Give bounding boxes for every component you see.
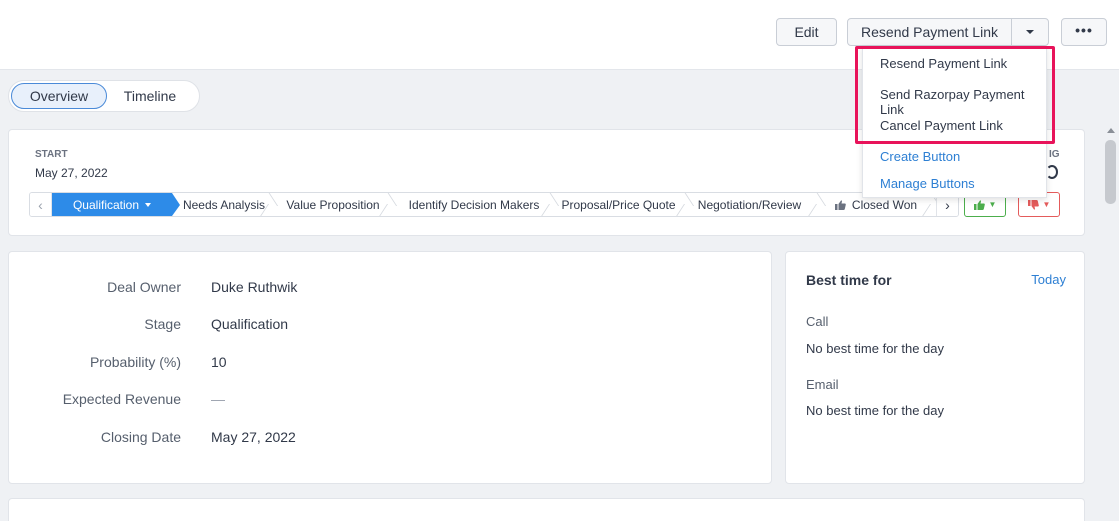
refresh-icon <box>1046 165 1058 179</box>
stage-identify-decision-makers[interactable]: Identify Decision Makers <box>399 193 549 216</box>
highlight-box <box>855 46 1055 144</box>
stage-label: Identify Decision Makers <box>408 197 540 212</box>
field-label-closing-date: Closing Date <box>100 429 181 445</box>
field-value-closing-date[interactable]: May 27, 2022 <box>211 429 296 445</box>
stage-pipeline: ‹ Qualification Needs Analysis Value Pro… <box>29 192 959 217</box>
stage-value-proposition[interactable]: Value Proposition <box>280 193 386 216</box>
email-label: Email <box>806 377 839 392</box>
field-label-expected-revenue: Expected Revenue <box>62 391 181 407</box>
next-section-card <box>8 498 1085 521</box>
closing-label-fragment: IG <box>1049 149 1060 160</box>
call-best-time: No best time for the day <box>806 341 945 356</box>
stage-label: Value Proposition <box>286 197 380 212</box>
stage-separator <box>816 193 824 216</box>
thumbs-down-icon <box>1027 199 1039 210</box>
email-best-time: No best time for the day <box>806 403 945 418</box>
deal-details-card: Deal Owner Duke Ruthwik Stage Qualificat… <box>8 251 772 484</box>
stage-label: Proposal/Price Quote <box>561 197 676 212</box>
edit-button-label: Edit <box>794 24 819 40</box>
resend-payment-link-label: Resend Payment Link <box>848 19 1012 45</box>
stage-proposal-price-quote[interactable]: Proposal/Price Quote <box>559 193 678 216</box>
menu-item-manage-buttons[interactable]: Manage Buttons <box>880 176 975 191</box>
stage-needs-analysis[interactable]: Needs Analysis <box>180 193 268 216</box>
stage-separator <box>684 193 692 216</box>
chevron-down-icon <box>1026 30 1034 34</box>
stage-label: Qualification <box>72 197 140 212</box>
tab-overview[interactable]: Overview <box>11 83 107 109</box>
scroll-up-icon[interactable] <box>1107 128 1115 133</box>
resend-payment-link-button[interactable]: Resend Payment Link <box>847 18 1049 46</box>
field-value-expected-revenue[interactable]: — <box>211 391 225 407</box>
best-time-title: Best time for <box>806 272 892 288</box>
caret-down-icon: ▼ <box>1042 200 1051 209</box>
stage-label: Closed Won <box>851 197 918 212</box>
best-time-card: Best time for Today Call No best time fo… <box>785 251 1085 484</box>
field-label-stage: Stage <box>144 316 181 332</box>
start-label: START <box>35 149 68 160</box>
stage-qualification[interactable]: Qualification <box>52 193 180 216</box>
chevron-left-icon[interactable]: ‹ <box>30 193 52 216</box>
stage-separator <box>549 193 557 216</box>
menu-item-create-button[interactable]: Create Button <box>880 149 960 164</box>
caret-down-icon: ▼ <box>988 200 997 209</box>
today-link[interactable]: Today <box>1031 272 1066 287</box>
tab-timeline[interactable]: Timeline <box>109 83 191 109</box>
stage-label: Negotiation/Review <box>697 197 802 212</box>
field-label-deal-owner: Deal Owner <box>107 279 181 295</box>
field-value-deal-owner[interactable]: Duke Ruthwik <box>211 279 297 295</box>
call-label: Call <box>806 314 829 329</box>
thumbs-up-icon <box>834 199 846 210</box>
stage-label: Needs Analysis <box>182 197 266 212</box>
caret-down-icon <box>145 202 152 207</box>
view-tabs: Overview Timeline <box>8 80 200 112</box>
more-actions-button[interactable]: ••• <box>1061 18 1107 46</box>
stage-separator <box>387 193 395 216</box>
stage-separator <box>268 193 276 216</box>
field-value-probability[interactable]: 10 <box>211 354 227 370</box>
stage-negotiation-review[interactable]: Negotiation/Review <box>694 193 805 216</box>
thumbs-up-icon <box>973 199 985 210</box>
resend-dropdown-toggle[interactable] <box>1012 19 1048 45</box>
vertical-scrollbar[interactable] <box>1104 128 1117 521</box>
field-label-probability: Probability (%) <box>89 354 181 370</box>
more-dots-icon: ••• <box>1075 22 1093 38</box>
field-value-stage[interactable]: Qualification <box>211 316 288 332</box>
scrollbar-thumb[interactable] <box>1105 140 1116 204</box>
start-date: May 27, 2022 <box>35 166 108 180</box>
edit-button[interactable]: Edit <box>776 18 837 46</box>
